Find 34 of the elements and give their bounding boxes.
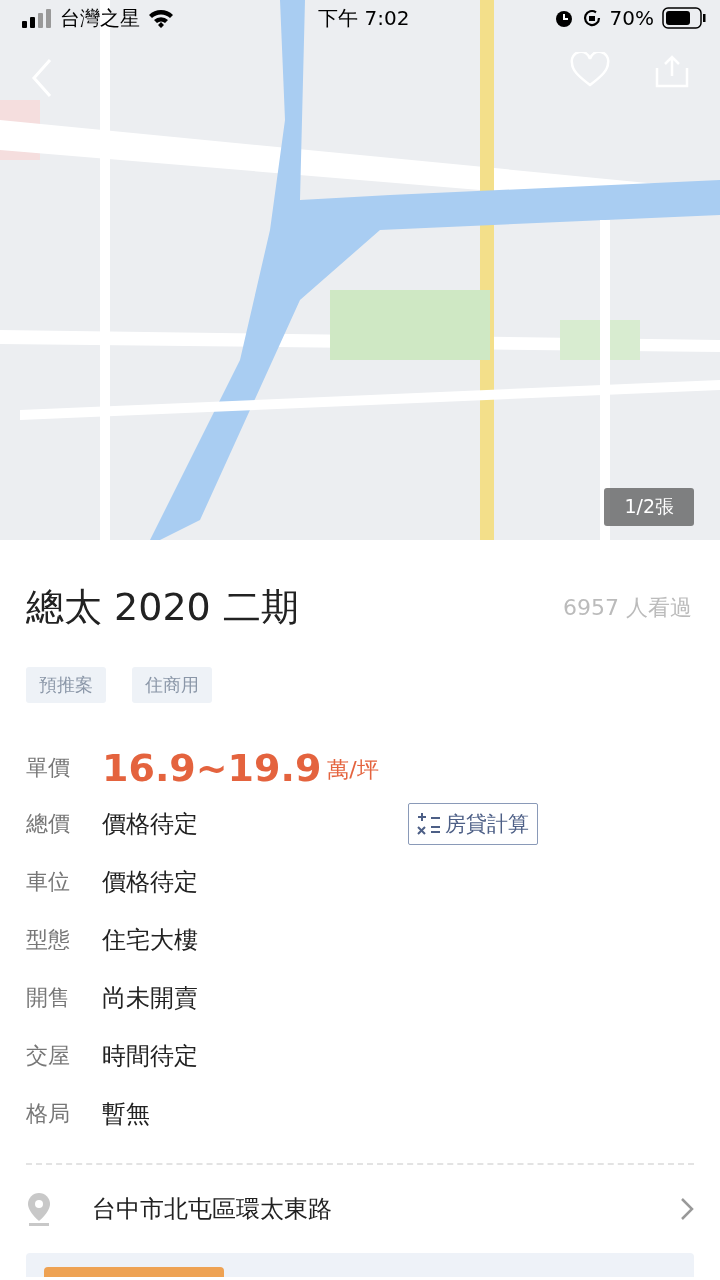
action-button[interactable]	[44, 1267, 224, 1277]
price-label: 單價	[26, 754, 71, 782]
view-count: 6957 人看過	[563, 593, 692, 622]
calculator-icon	[417, 812, 441, 836]
detail-value: 住宅大樓	[102, 925, 199, 956]
battery-icon	[662, 7, 706, 29]
photo-counter: 1/2張	[604, 488, 694, 526]
detail-value: 時間待定	[102, 1041, 199, 1072]
detail-label: 總價	[26, 810, 71, 838]
detail-label: 交屋	[26, 1042, 71, 1070]
detail-value: 價格待定	[102, 867, 199, 898]
alarm-icon	[553, 8, 574, 28]
detail-label: 格局	[26, 1100, 71, 1128]
detail-value: 價格待定	[102, 809, 199, 840]
detail-value: 暫無	[102, 1099, 151, 1130]
detail-label: 車位	[26, 868, 71, 896]
price-value: 16.9~19.9	[102, 746, 322, 790]
price-unit: 萬/坪	[327, 756, 379, 784]
address-link[interactable]: 台中市北屯區環太東路	[92, 1193, 680, 1225]
detail-label: 型態	[26, 926, 71, 954]
detail-label: 開售	[26, 984, 71, 1012]
loan-calculator-button[interactable]: 房貸計算	[408, 803, 538, 845]
battery-percent: 70%	[609, 6, 654, 30]
location-pin-icon	[26, 1192, 52, 1226]
tag: 預推案	[26, 667, 106, 703]
signal-icon	[22, 8, 52, 28]
project-title: 總太 2020 二期	[26, 584, 299, 631]
wifi-icon	[148, 8, 174, 28]
carrier-name: 台灣之星	[60, 4, 140, 32]
tag: 住商用	[132, 667, 212, 703]
status-time: 下午 7:02	[318, 5, 410, 30]
detail-value: 尚未開賣	[102, 983, 199, 1014]
rotation-lock-icon	[581, 8, 602, 28]
chevron-right-icon[interactable]	[680, 1197, 694, 1221]
